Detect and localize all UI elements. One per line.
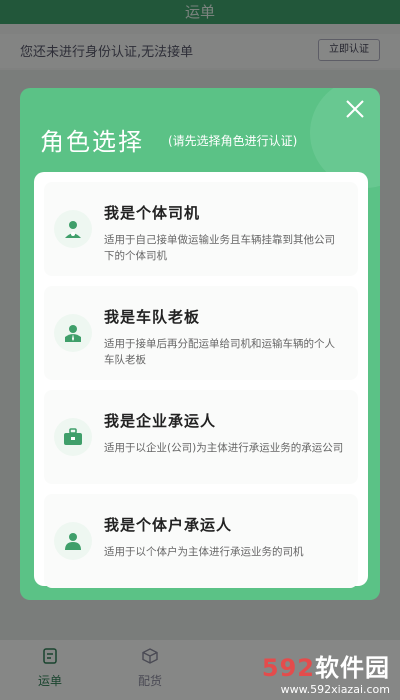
role-description: 适用于接单后再分配运单给司机和运输车辆的个人车队老板 [104, 338, 335, 366]
briefcase-icon [64, 428, 82, 445]
role-icon-wrap [54, 522, 92, 560]
role-selection-dialog: 角色选择 (请先选择角色进行认证) 我是个体司机 适用于自己接单做运输业务且车辆… [20, 88, 380, 600]
watermark-logo-text: 软件园 [315, 654, 390, 682]
role-description: 适用于以个体户为主体进行承运业务的司机 [104, 546, 304, 558]
role-option-self-employed-carrier[interactable]: 我是个体户承运人 适用于以个体户为主体进行承运业务的司机 [44, 494, 358, 588]
role-name: 我是企业承运人 [104, 412, 217, 430]
watermark-logo-num: 592 [261, 654, 315, 682]
role-icon-wrap [54, 418, 92, 456]
role-name: 我是个体户承运人 [104, 516, 233, 534]
role-list: 我是个体司机 适用于自己接单做运输业务且车辆挂靠到其他公司下的个体司机 我是车队… [34, 172, 368, 588]
person-icon [65, 533, 81, 550]
dialog-title: 角色选择 [40, 128, 144, 156]
role-icon-wrap [54, 314, 92, 352]
role-description: 适用于自己接单做运输业务且车辆挂靠到其他公司下的个体司机 [104, 234, 335, 262]
watermark: 592软件园 www.592xiazai.com [230, 648, 390, 696]
role-name: 我是车队老板 [104, 308, 201, 326]
watermark-logo: 592软件园 [230, 648, 390, 683]
boss-icon [65, 325, 81, 342]
dialog-subtitle: (请先选择角色进行认证) [168, 134, 298, 148]
close-icon[interactable] [344, 98, 366, 120]
watermark-url: www.592xiazai.com [280, 683, 390, 696]
role-option-individual-driver[interactable]: 我是个体司机 适用于自己接单做运输业务且车辆挂靠到其他公司下的个体司机 [44, 182, 358, 276]
role-option-fleet-owner[interactable]: 我是车队老板 适用于接单后再分配运单给司机和运输车辆的个人车队老板 [44, 286, 358, 380]
driver-icon [65, 221, 81, 238]
role-option-enterprise-carrier[interactable]: 我是企业承运人 适用于以企业(公司)为主体进行承运业务的承运公司 [44, 390, 358, 484]
role-description: 适用于以企业(公司)为主体进行承运业务的承运公司 [104, 442, 344, 454]
role-icon-wrap [54, 210, 92, 248]
role-name: 我是个体司机 [104, 204, 201, 222]
